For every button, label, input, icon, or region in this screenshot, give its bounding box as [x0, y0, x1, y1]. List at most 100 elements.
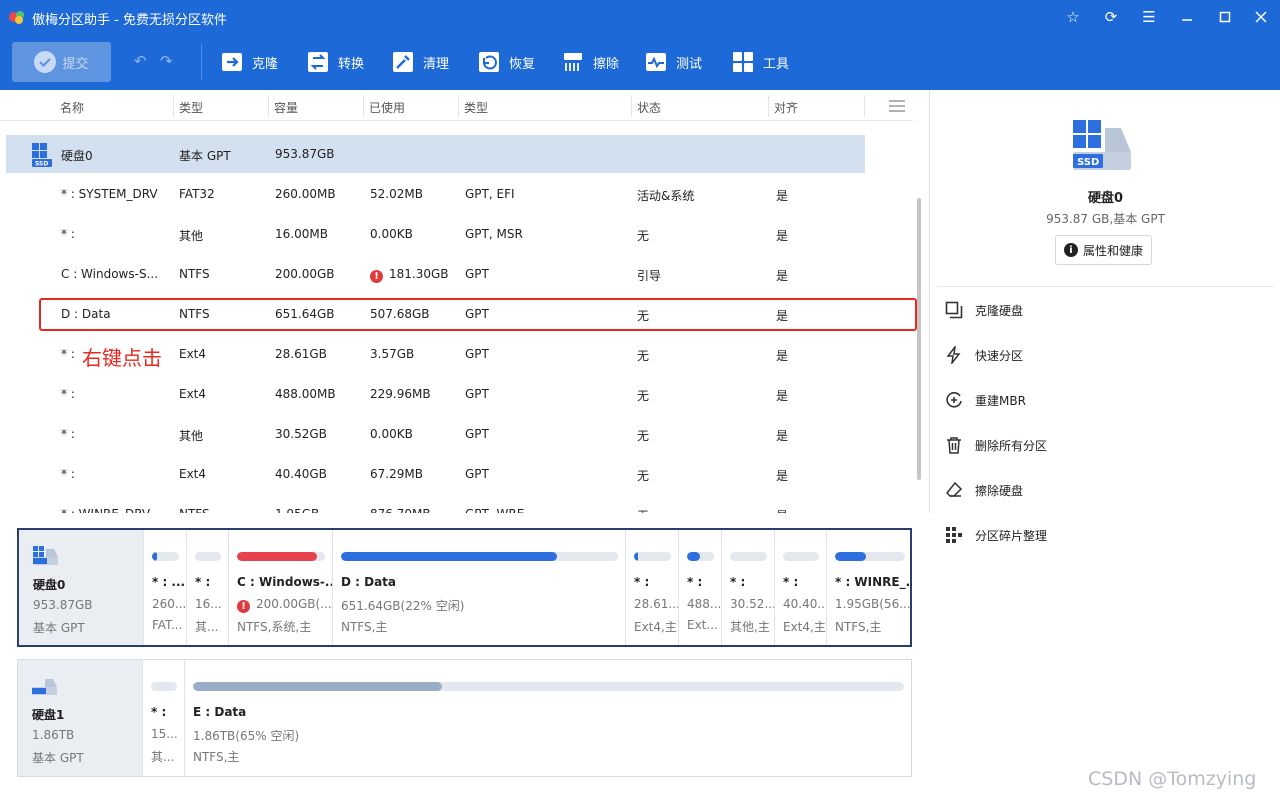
usage-bar-fill	[687, 552, 700, 561]
partition-size-text: 200.00GB(...	[256, 597, 332, 611]
cell-text: 无	[637, 469, 650, 483]
disk-card-0[interactable]: 硬盘0 953.87GB 基本 GPT * : ... 260... FAT... * : 1…	[17, 528, 912, 647]
wipe-label: 擦除	[593, 56, 620, 72]
star-icon[interactable]: ☆	[1062, 7, 1084, 27]
cell-used: ! 181.30GB	[370, 267, 449, 283]
partition-size-text: 28.61...	[634, 597, 678, 611]
action-clone-disk[interactable]: 克隆硬盘	[945, 299, 1023, 321]
disk-type: 基本 GPT	[179, 149, 231, 163]
table-row[interactable]: * : SYSTEM_DRV FAT32 260.00MB 52.02MB GPT, E…	[6, 175, 865, 213]
cell-text: 无	[637, 229, 650, 243]
vertical-scrollbar[interactable]	[917, 198, 921, 480]
submit-button[interactable]: 提交	[12, 42, 111, 82]
redo-icon[interactable]: ↷	[160, 52, 178, 70]
cell-name: * :	[61, 227, 75, 241]
partition-block[interactable]: * : 40.40... Ext4,主	[774, 530, 826, 645]
col-fs-header[interactable]: 类型	[179, 99, 203, 116]
test-button[interactable]: 测试	[644, 48, 702, 76]
cell-status: 无	[637, 387, 649, 404]
cell-fs: FAT32	[179, 187, 215, 201]
cell-text: 活动&系统	[637, 189, 695, 203]
partition-block[interactable]: * : 15... 其...	[142, 660, 184, 776]
col-align-header[interactable]: 对齐	[774, 99, 798, 116]
col-divider	[363, 95, 364, 117]
quick-partition-icon	[945, 346, 963, 364]
cell-status: 无	[637, 227, 649, 244]
cell-text: * :	[61, 427, 75, 441]
partition-block[interactable]: * : 28.61... Ext4,主	[625, 530, 678, 645]
table-row[interactable]: * : 其他 30.52GB 0.00KB GPT 无 是	[6, 415, 865, 453]
partition-name: * : WINRE_...	[835, 575, 912, 589]
partition-block[interactable]: C : Windows-...! 200.00GB(... NTFS,系统,主	[228, 530, 332, 645]
col-capacity-header[interactable]: 容量	[274, 99, 298, 116]
table-row[interactable]: * : WINRE_DRV NTFS 1.95GB 876.70MB GPT, WRE 无…	[6, 495, 865, 513]
action-rebuild-mbr[interactable]: 重建MBR	[945, 389, 1026, 411]
table-row[interactable]: * : Ext4 40.40GB 67.29MB GPT 无 是	[6, 455, 865, 493]
partition-block[interactable]: * : 30.52... 其他,主	[721, 530, 774, 645]
convert-icon	[306, 50, 330, 74]
col-name-header[interactable]: 名称	[60, 99, 84, 116]
cell-fs: Ext4	[179, 467, 206, 481]
convert-button[interactable]: 转换	[306, 48, 364, 76]
usage-bar-fill	[193, 682, 442, 691]
undo-icon[interactable]: ↶	[134, 52, 152, 70]
cell-capacity: 1.95GB	[275, 507, 319, 513]
usage-bar	[193, 682, 904, 691]
cell-text: 52.02MB	[370, 187, 423, 201]
partition-block[interactable]: * : WINRE_... 1.95GB(56... NTFS,主	[826, 530, 912, 645]
usage-bar-fill	[152, 552, 158, 561]
usage-bar-fill	[237, 552, 318, 561]
disk-card-1[interactable]: 硬盘1 1.86TB 基本 GPT * : 15... 其... E : Data 1.86T…	[17, 659, 912, 777]
cell-text: 无	[637, 389, 650, 403]
wipe-icon	[561, 50, 585, 74]
action-defrag[interactable]: 分区碎片整理	[945, 524, 1047, 546]
menu-icon[interactable]: ☰	[1138, 7, 1160, 27]
cell-text: 0.00KB	[370, 227, 413, 241]
cell-text: 是	[776, 269, 789, 283]
partition-block[interactable]: * : ... 260... FAT...	[143, 530, 186, 645]
partition-block[interactable]: * : 488... Ext...	[678, 530, 721, 645]
disk-card-type: 基本 GPT	[32, 751, 84, 765]
partition-block[interactable]: D : Data 651.64GB(22% 空闲) NTFS,主	[332, 530, 625, 645]
table-header: 名称 类型 容量 已使用 类型 状态 对齐	[0, 90, 913, 121]
partition-name: * : ...	[152, 575, 186, 589]
column-settings-icon[interactable]	[888, 99, 906, 113]
col-status-header[interactable]: 状态	[637, 99, 661, 116]
maximize-button[interactable]	[1214, 7, 1236, 27]
col-used-header[interactable]: 已使用	[369, 99, 405, 116]
partition-size: 260...	[152, 597, 186, 611]
cell-ptype: GPT, EFI	[465, 187, 515, 201]
partition-block[interactable]: E : Data 1.86TB(65% 空闲) NTFS,主	[184, 660, 911, 776]
cell-used: 0.00KB	[370, 427, 413, 441]
clone-button[interactable]: 克隆	[220, 48, 278, 76]
cell-text: GPT, EFI	[465, 187, 515, 201]
cell-text: GPT	[465, 267, 489, 281]
disk-summary[interactable]: 硬盘1 1.86TB 基本 GPT	[18, 660, 142, 776]
refresh-icon[interactable]: ⟳	[1100, 7, 1122, 27]
properties-health-button[interactable]: i 属性和健康	[1055, 235, 1152, 265]
disk-summary[interactable]: 硬盘0 953.87GB 基本 GPT	[19, 530, 143, 645]
cell-text: Ext4	[179, 467, 207, 481]
ssd-disk-icon	[33, 546, 58, 565]
table-row[interactable]: * : Ext4 488.00MB 229.96MB GPT 无 是	[6, 375, 865, 413]
action-delete-all-partitions[interactable]: 删除所有分区	[945, 434, 1047, 456]
usage-bar	[687, 552, 714, 561]
col-ptype-header[interactable]: 类型	[464, 99, 488, 116]
action-quick-partition[interactable]: 快速分区	[945, 344, 1023, 366]
minimize-button[interactable]	[1176, 7, 1198, 27]
partition-size: 16...	[195, 597, 222, 611]
partition-name: * :	[783, 575, 799, 589]
recover-button[interactable]: 恢复	[477, 48, 535, 76]
cleanup-button[interactable]: 清理	[391, 48, 449, 76]
table-row[interactable]: C : Windows-S... NTFS 200.00GB! 181.30GB GPT…	[6, 255, 865, 293]
action-wipe-disk[interactable]: 擦除硬盘	[945, 479, 1023, 501]
disk-row[interactable]: SSD 硬盘0 基本 GPT 953.87GB	[6, 135, 865, 173]
table-row[interactable]: * : 其他 16.00MB 0.00KB GPT, MSR 无 是	[6, 215, 865, 253]
cell-text: NTFS	[179, 507, 210, 513]
cell-text: GPT	[465, 427, 489, 441]
close-button[interactable]	[1250, 7, 1272, 27]
cell-fs: NTFS	[179, 507, 210, 513]
wipe-button[interactable]: 擦除	[561, 48, 619, 76]
partition-block[interactable]: * : 16... 其...	[186, 530, 228, 645]
tools-button[interactable]: 工具	[731, 48, 789, 76]
